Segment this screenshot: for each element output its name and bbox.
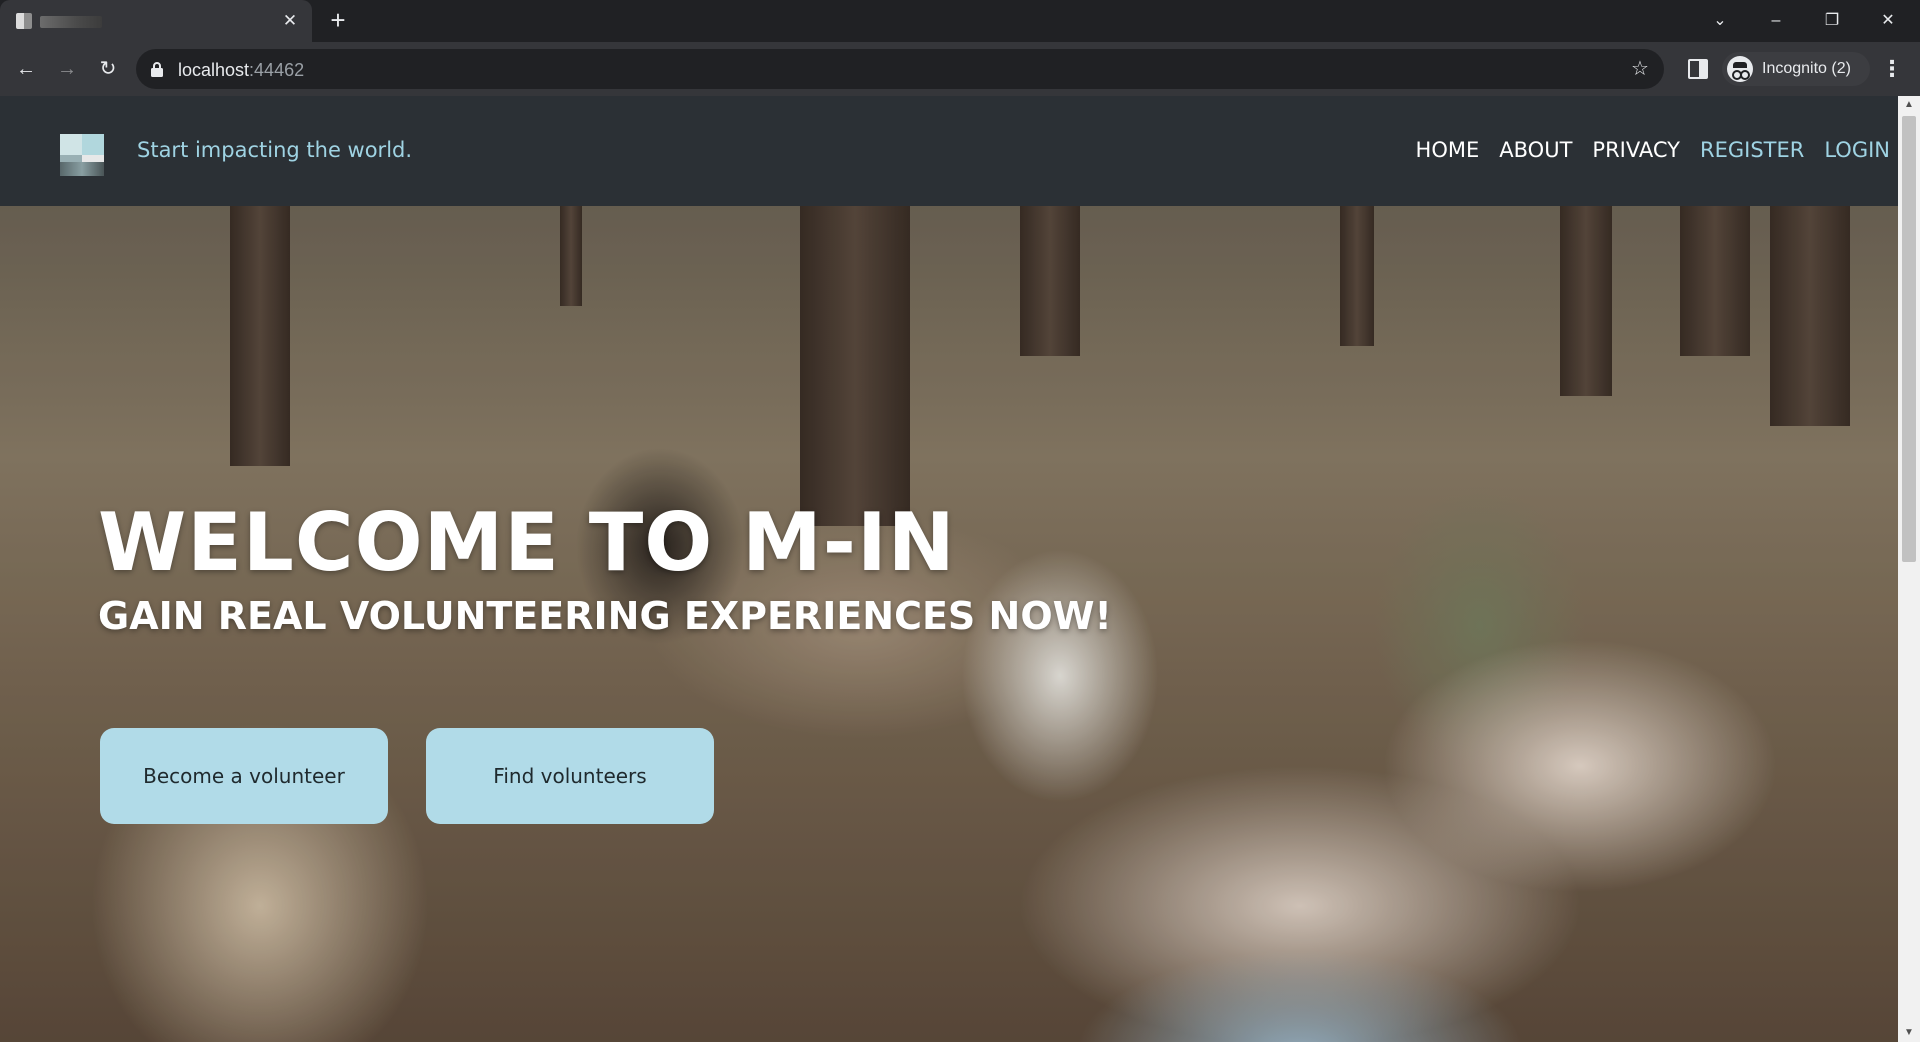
url-host: localhost (178, 60, 250, 80)
nav-privacy-link[interactable]: PRIVACY (1592, 138, 1680, 162)
chevron-down-icon[interactable]: ⌄ (1702, 6, 1738, 36)
nav-about-link[interactable]: ABOUT (1499, 138, 1572, 162)
lock-icon (151, 62, 163, 77)
hero-section: WELCOME TO M-IN GAIN REAL VOLUNTEERING E… (0, 206, 1898, 1042)
reload-icon[interactable]: ↻ (92, 53, 124, 85)
nav-register-link[interactable]: REGISTER (1700, 138, 1804, 162)
plus-icon[interactable]: + (324, 7, 352, 35)
site-tagline: Start impacting the world. (137, 138, 413, 162)
tab-title (40, 16, 102, 28)
browser-tab[interactable]: ✕ (0, 0, 312, 42)
hero-title: WELCOME TO M-IN (98, 496, 956, 589)
brand-logo[interactable] (60, 134, 104, 176)
star-icon[interactable]: ☆ (1628, 57, 1652, 81)
side-panel-icon[interactable] (1688, 59, 1708, 79)
favicon-icon (16, 13, 32, 29)
hero-subtitle: GAIN REAL VOLUNTEERING EXPERIENCES NOW! (98, 594, 1112, 638)
page-viewport: Start impacting the world. HOME ABOUT PR… (0, 96, 1920, 1042)
nav-home-link[interactable]: HOME (1416, 138, 1480, 162)
back-icon[interactable]: ← (10, 53, 42, 85)
nav-login-link[interactable]: LOGIN (1824, 138, 1890, 162)
minimize-icon[interactable]: – (1758, 6, 1794, 36)
close-icon[interactable]: ✕ (280, 11, 300, 31)
scroll-down-icon[interactable]: ▼ (1898, 1024, 1920, 1042)
find-volunteers-button[interactable]: Find volunteers (426, 728, 714, 824)
nav-links: HOME ABOUT PRIVACY REGISTER LOGIN (1416, 138, 1890, 162)
restore-icon[interactable]: ❐ (1814, 6, 1850, 36)
close-icon[interactable]: ✕ (1870, 6, 1906, 36)
incognito-label: Incognito (2) (1762, 60, 1851, 77)
url-port: :44462 (249, 60, 305, 80)
address-bar[interactable]: localhost:44462 ☆ (136, 49, 1664, 89)
incognito-icon (1727, 56, 1753, 82)
scroll-up-icon[interactable]: ▲ (1898, 96, 1920, 114)
browser-toolbar: ← → ↻ localhost:44462 ☆ Incognito (2) ⋮ (0, 42, 1920, 96)
tab-strip: ✕ + ⌄ – ❐ ✕ (0, 0, 1920, 42)
forward-icon[interactable]: → (51, 53, 83, 85)
become-volunteer-button[interactable]: Become a volunteer (100, 728, 388, 824)
url-text: localhost:44462 (178, 60, 304, 81)
site-navbar: Start impacting the world. HOME ABOUT PR… (0, 96, 1898, 206)
vertical-scrollbar[interactable]: ▲ ▼ (1898, 96, 1920, 1042)
kebab-menu-icon[interactable]: ⋮ (1880, 55, 1904, 83)
scroll-thumb[interactable] (1902, 116, 1916, 562)
incognito-indicator[interactable]: Incognito (2) (1722, 52, 1870, 86)
